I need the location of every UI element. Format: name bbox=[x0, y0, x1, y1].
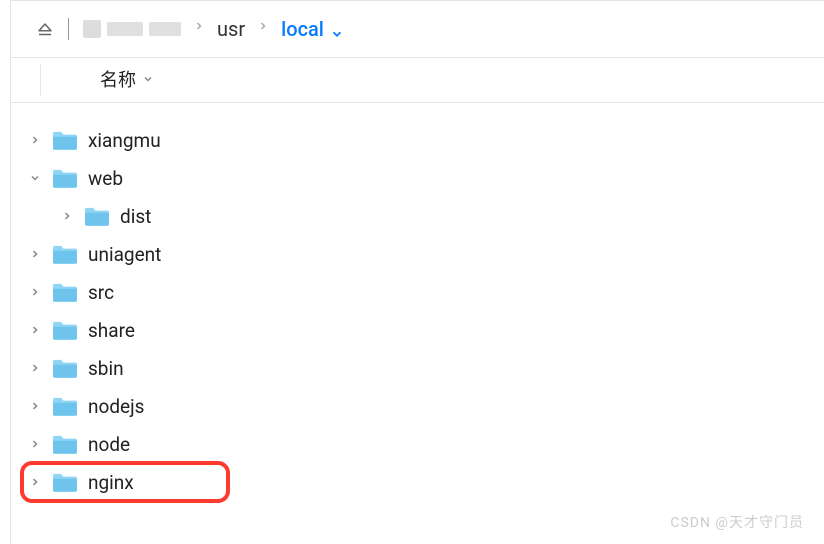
folder-icon bbox=[52, 129, 78, 151]
divider bbox=[68, 18, 69, 40]
redacted-segment bbox=[83, 20, 181, 38]
chevron-right-icon[interactable] bbox=[24, 400, 46, 412]
tree-row-web[interactable]: web bbox=[24, 159, 824, 197]
column-header-name-label: 名称 bbox=[100, 66, 136, 92]
breadcrumb-local[interactable]: local bbox=[281, 17, 344, 41]
tree-row-xiangmu[interactable]: xiangmu bbox=[24, 121, 824, 159]
chevron-right-icon bbox=[257, 16, 269, 41]
tree-row-nginx[interactable]: nginx bbox=[24, 463, 824, 501]
tree-row-sbin[interactable]: sbin bbox=[24, 349, 824, 387]
folder-name: nginx bbox=[88, 471, 134, 494]
folder-name: dist bbox=[120, 205, 151, 228]
file-tree: xiangmu web dist uniagent src share sbin… bbox=[0, 103, 824, 501]
tree-row-dist[interactable]: dist bbox=[24, 197, 824, 235]
folder-icon bbox=[52, 281, 78, 303]
folder-name: sbin bbox=[88, 357, 124, 380]
tree-row-node[interactable]: node bbox=[24, 425, 824, 463]
folder-icon bbox=[52, 319, 78, 341]
chevron-right-icon[interactable] bbox=[24, 248, 46, 260]
folder-name: uniagent bbox=[88, 243, 161, 266]
folder-name: web bbox=[88, 167, 123, 190]
chevron-right-icon[interactable] bbox=[24, 324, 46, 336]
column-header-name[interactable]: 名称 bbox=[100, 66, 154, 92]
chevron-right-icon[interactable] bbox=[24, 286, 46, 298]
tree-row-src[interactable]: src bbox=[24, 273, 824, 311]
folder-name: share bbox=[88, 319, 135, 342]
breadcrumb: usr local bbox=[0, 0, 824, 57]
folder-icon bbox=[52, 167, 78, 189]
folder-icon bbox=[52, 243, 78, 265]
breadcrumb-usr[interactable]: usr bbox=[217, 17, 245, 41]
tree-row-nodejs[interactable]: nodejs bbox=[24, 387, 824, 425]
chevron-down-icon bbox=[330, 22, 344, 36]
folder-name: nodejs bbox=[88, 395, 144, 418]
chevron-right-icon[interactable] bbox=[24, 134, 46, 146]
folder-name: src bbox=[88, 281, 114, 304]
folder-icon bbox=[84, 205, 110, 227]
folder-name: xiangmu bbox=[88, 129, 161, 152]
chevron-down-icon bbox=[142, 69, 154, 90]
chevron-right-icon[interactable] bbox=[24, 476, 46, 488]
folder-icon bbox=[52, 395, 78, 417]
column-header-row: 名称 bbox=[10, 57, 824, 103]
folder-name: node bbox=[88, 433, 130, 456]
watermark: CSDN @天才守门员 bbox=[670, 512, 804, 532]
eject-icon[interactable] bbox=[36, 20, 54, 38]
tree-row-share[interactable]: share bbox=[24, 311, 824, 349]
chevron-down-icon[interactable] bbox=[24, 172, 46, 184]
tree-row-uniagent[interactable]: uniagent bbox=[24, 235, 824, 273]
chevron-right-icon[interactable] bbox=[24, 362, 46, 374]
chevron-right-icon[interactable] bbox=[56, 210, 78, 222]
folder-icon bbox=[52, 357, 78, 379]
folder-icon bbox=[52, 471, 78, 493]
breadcrumb-local-label: local bbox=[281, 17, 324, 41]
chevron-right-icon bbox=[193, 16, 205, 41]
folder-icon bbox=[52, 433, 78, 455]
chevron-right-icon[interactable] bbox=[24, 438, 46, 450]
